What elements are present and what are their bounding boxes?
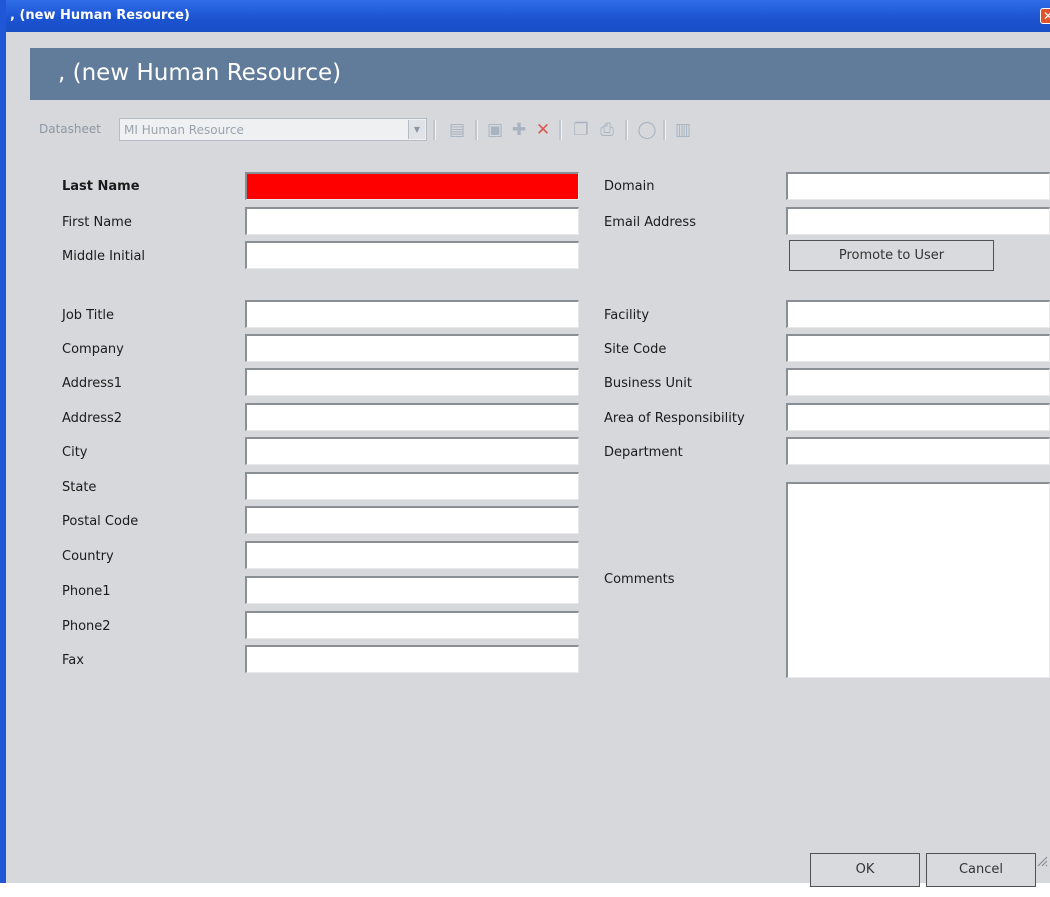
- comments-textarea[interactable]: [786, 482, 1050, 678]
- copy-icon[interactable]: ❐: [571, 120, 591, 140]
- toolbar-separator: [433, 120, 436, 140]
- search-icon[interactable]: ◯: [637, 120, 657, 140]
- cancel-button[interactable]: Cancel: [926, 853, 1036, 887]
- datasheet-label: Datasheet: [39, 122, 101, 136]
- close-icon[interactable]: ✕: [1040, 8, 1050, 24]
- title-bar[interactable]: , (new Human Resource) ✕: [6, 0, 1050, 32]
- site-code-label: Site Code: [604, 342, 667, 357]
- datasheet-select[interactable]: MI Human Resource ▼: [119, 118, 427, 141]
- company-label: Company: [62, 342, 124, 357]
- address1-field[interactable]: [245, 368, 579, 396]
- postal-code-label: Postal Code: [62, 514, 139, 529]
- state-label: State: [62, 480, 97, 495]
- postal-code-field[interactable]: [245, 506, 579, 534]
- country-label: Country: [62, 549, 114, 564]
- chevron-down-icon[interactable]: ▼: [408, 120, 425, 139]
- domain-label: Domain: [604, 179, 655, 194]
- print-icon[interactable]: ⎙: [597, 120, 617, 140]
- middle-initial-label: Middle Initial: [62, 249, 146, 264]
- domain-field[interactable]: [786, 172, 1050, 200]
- phone2-label: Phone2: [62, 619, 111, 634]
- dialog-window: , (new Human Resource) ✕ , (new Human Re…: [0, 0, 1050, 887]
- toolbar: Datasheet MI Human Resource ▼ ▤ ▣ ✚ ✕ ❐ …: [39, 118, 759, 142]
- area-of-responsibility-label: Area of Responsibility: [604, 411, 745, 426]
- address2-label: Address2: [62, 411, 123, 426]
- city-label: City: [62, 445, 88, 460]
- business-unit-label: Business Unit: [604, 376, 692, 391]
- toolbar-separator: [663, 120, 666, 140]
- open-icon[interactable]: ▤: [447, 120, 467, 140]
- address1-label: Address1: [62, 376, 123, 391]
- fax-label: Fax: [62, 653, 84, 668]
- save-icon[interactable]: ▣: [485, 120, 505, 140]
- report-icon[interactable]: ▥: [673, 120, 693, 140]
- country-field[interactable]: [245, 541, 579, 569]
- first-name-label: First Name: [62, 215, 132, 230]
- department-label: Department: [604, 445, 683, 460]
- job-title-field[interactable]: [245, 300, 579, 328]
- email-address-field[interactable]: [786, 207, 1050, 235]
- comments-label: Comments: [604, 572, 675, 587]
- area-of-responsibility-field[interactable]: [786, 403, 1050, 431]
- first-name-field[interactable]: [245, 207, 579, 235]
- page-title: , (new Human Resource): [58, 60, 342, 86]
- toolbar-separator: [559, 120, 562, 140]
- department-field[interactable]: [786, 437, 1050, 465]
- facility-field[interactable]: [786, 300, 1050, 328]
- toolbar-separator: [475, 120, 478, 140]
- address2-field[interactable]: [245, 403, 579, 431]
- phone2-field[interactable]: [245, 611, 579, 639]
- save-new-icon[interactable]: ✚: [509, 120, 529, 140]
- company-field[interactable]: [245, 334, 579, 362]
- last-name-field[interactable]: [245, 172, 579, 200]
- state-field[interactable]: [245, 472, 579, 500]
- job-title-label: Job Title: [62, 308, 115, 323]
- datasheet-select-value: MI Human Resource: [124, 123, 244, 137]
- email-address-label: Email Address: [604, 215, 696, 230]
- window-title: , (new Human Resource): [10, 8, 190, 23]
- ok-button[interactable]: OK: [810, 853, 920, 887]
- facility-label: Facility: [604, 308, 650, 323]
- business-unit-field[interactable]: [786, 368, 1050, 396]
- fax-field[interactable]: [245, 645, 579, 673]
- city-field[interactable]: [245, 437, 579, 465]
- phone1-field[interactable]: [245, 576, 579, 604]
- middle-initial-field[interactable]: [245, 241, 579, 269]
- site-code-field[interactable]: [786, 334, 1050, 362]
- last-name-label: Last Name: [62, 179, 140, 194]
- resize-grip-icon[interactable]: [1036, 855, 1048, 867]
- phone1-label: Phone1: [62, 584, 111, 599]
- header-band: , (new Human Resource): [30, 48, 1050, 100]
- promote-to-user-button[interactable]: Promote to User: [789, 240, 994, 271]
- toolbar-separator: [625, 120, 628, 140]
- delete-icon[interactable]: ✕: [533, 120, 553, 140]
